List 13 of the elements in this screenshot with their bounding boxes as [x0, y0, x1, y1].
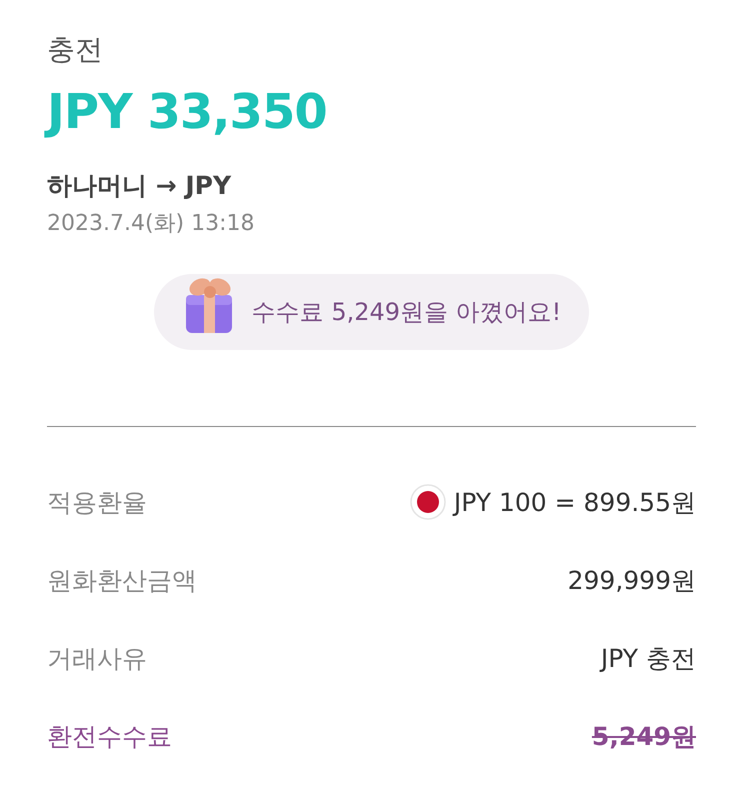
detail-value: JPY 100 = 899.55원 — [454, 486, 696, 518]
savings-message: 수수료 5,249원을 아꼈어요! — [252, 297, 562, 328]
detail-label: 적용환율 — [47, 486, 147, 518]
detail-value: 299,999원 — [568, 564, 696, 596]
detail-label: 거래사유 — [47, 642, 147, 674]
page-title: 충전 — [47, 32, 104, 68]
detail-label: 환전수수료 — [47, 720, 172, 752]
detail-value: JPY 충전 — [600, 642, 696, 674]
flag-icon — [410, 484, 446, 520]
exchange-route: 하나머니 → JPY — [47, 170, 232, 202]
detail-value: 5,249원 — [592, 720, 696, 752]
transaction-date: 2023.7.4(화) 13:18 — [47, 210, 256, 238]
detail-label: 원화환산금액 — [47, 564, 197, 596]
